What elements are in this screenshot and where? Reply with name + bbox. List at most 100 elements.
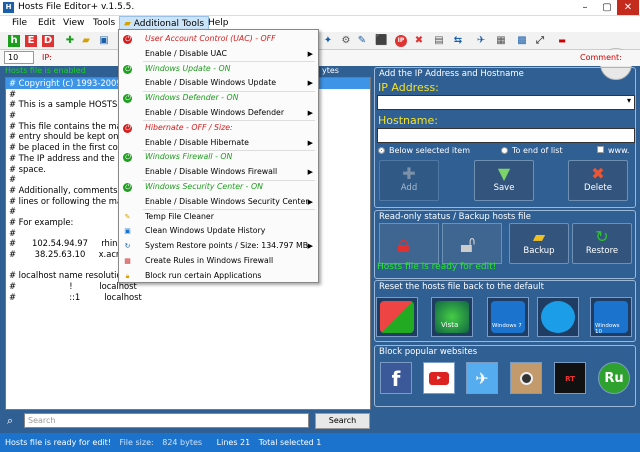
- menu-item-15[interactable]: ▦ Create Rules in Windows Firewall: [119, 254, 318, 269]
- menu-item-3[interactable]: Enable / Disable Windows Update ▶: [119, 76, 318, 91]
- menu-bar: File Edit View Tools ▰ Additional Tools …: [0, 16, 640, 32]
- line-select[interactable]: 10: [4, 51, 34, 64]
- menu-item-16[interactable]: 🔒︎ Block run certain Applications: [119, 269, 318, 284]
- tool-b-icon[interactable]: ⚙: [340, 35, 352, 47]
- vista-label: Vista: [441, 321, 459, 329]
- menu-item-10[interactable]: ⏻ Windows Security Center - ON: [119, 180, 318, 195]
- menu-edit[interactable]: Edit: [36, 18, 57, 28]
- padlock-open-icon: 🔓︎: [460, 230, 476, 258]
- ip-address-input[interactable]: [377, 95, 635, 110]
- submenu-arrow-icon: ▶: [307, 242, 313, 251]
- backup-label: Backup: [523, 246, 555, 256]
- submenu-arrow-icon: ▶: [307, 197, 313, 206]
- add-icon[interactable]: ✚: [64, 35, 76, 47]
- instagram-icon[interactable]: [510, 362, 542, 394]
- window-title: Hosts File Editor+ v.1.5.5.: [18, 2, 135, 12]
- menu-item-6[interactable]: ⏻ Hibernate - OFF / Size:: [119, 121, 318, 136]
- vista-logo-icon: Vista: [435, 301, 469, 333]
- title-bar: H Hosts File Editor+ v.1.5.5. – ▢ ✕: [0, 0, 640, 16]
- menu-item-8[interactable]: ⏻ Windows Firewall - ON: [119, 150, 318, 165]
- youtube-icon[interactable]: ▶: [423, 362, 455, 394]
- menu-item-12[interactable]: ✎ Temp File Cleaner: [119, 210, 318, 225]
- menu-item-label: Hibernate - OFF / Size:: [145, 122, 233, 132]
- menu-item-5[interactable]: Enable / Disable Windows Defender ▶: [119, 106, 318, 121]
- toolbar: h E D ✚ ▰ ▣ ✦ ⚙ ✎ ⬛ IP ✖ ▤ ⇆ ✈ ▦ ▩ ⤢ ▬ N…: [0, 32, 640, 80]
- menu-item-label: Enable / Disable Windows Defender: [145, 108, 285, 117]
- submenu-arrow-icon: ▶: [307, 49, 313, 58]
- menu-item-11[interactable]: Enable / Disable Windows Security Center…: [119, 195, 318, 210]
- save-label: Save: [493, 183, 515, 193]
- delete-label: Delete: [584, 183, 612, 193]
- www-checkbox[interactable]: www.: [597, 146, 629, 155]
- menu-item-9[interactable]: Enable / Disable Windows Firewall ▶: [119, 165, 318, 180]
- radio-below-selected[interactable]: Below selected item: [378, 146, 470, 155]
- folder-icon[interactable]: ▰: [80, 35, 92, 47]
- power-icon: ⏻: [123, 64, 132, 74]
- h-icon[interactable]: h: [8, 35, 20, 47]
- menu-item-1[interactable]: Enable / Disable UAC ▶: [119, 47, 318, 62]
- tool-h-icon[interactable]: ✈: [475, 35, 487, 47]
- menu-item-14[interactable]: ↻ System Restore points / Size: 134.797 M…: [119, 239, 318, 254]
- submenu-arrow-icon: ▶: [307, 168, 313, 177]
- rutube-icon[interactable]: Ru: [598, 362, 630, 394]
- majorgeeks-watermark: TESTED • 100% CLEAN CERTIFIED MAJORGEEKS: [8, 356, 213, 404]
- reset-win8-button[interactable]: [537, 297, 579, 337]
- radio-end-of-list[interactable]: To end of list: [501, 146, 563, 155]
- firewall-icon: ▦: [124, 257, 131, 265]
- menu-item-2[interactable]: ⏻ Windows Update - ON: [119, 62, 318, 77]
- status-bar: Hosts file is ready for edit! File size:…: [0, 433, 640, 452]
- menu-file[interactable]: File: [10, 18, 29, 28]
- search-input[interactable]: Search: [24, 413, 309, 428]
- editor-line[interactable]: # ::1 localhost: [6, 292, 370, 303]
- tool-j-icon[interactable]: ▩: [516, 35, 528, 47]
- tool-e-icon[interactable]: ✖: [413, 35, 425, 47]
- menu-item-label: System Restore points / Size: 134.797 MB: [145, 241, 309, 251]
- flag-icon[interactable]: ▬: [556, 35, 568, 47]
- maximize-button[interactable]: ▢: [596, 0, 618, 15]
- tool-a-icon[interactable]: ✦: [322, 35, 334, 47]
- close-button[interactable]: ✕: [617, 0, 639, 15]
- ip-icon[interactable]: IP: [395, 35, 407, 47]
- tool-i-icon[interactable]: ▦: [495, 35, 507, 47]
- unlock-button[interactable]: 🔓︎: [442, 223, 502, 264]
- twitter-icon[interactable]: ✈: [466, 362, 498, 394]
- lock-button[interactable]: 🔒︎: [379, 223, 439, 264]
- d-icon[interactable]: D: [42, 35, 54, 47]
- add-group: Add the IP Address and Hostname IP Addre…: [374, 67, 636, 208]
- watermark-line3: MAJORGEEKS: [38, 388, 161, 404]
- facebook-icon[interactable]: f: [380, 362, 412, 394]
- submenu-arrow-icon: ▶: [307, 109, 313, 117]
- save-disk-icon: ▼: [497, 164, 511, 183]
- redtube-icon[interactable]: RT: [554, 362, 586, 394]
- reset-xp-button[interactable]: [376, 297, 418, 337]
- tool-c-icon[interactable]: ✎: [356, 35, 368, 47]
- hostname-input[interactable]: [377, 128, 635, 143]
- menu-item-4[interactable]: ⏻ Windows Defender - ON: [119, 91, 318, 106]
- menu-item-7[interactable]: Enable / Disable Hibernate ▶: [119, 136, 318, 151]
- search-button[interactable]: Search: [315, 413, 370, 429]
- reset-vista-button[interactable]: Vista: [431, 297, 473, 337]
- menu-item-13[interactable]: ▣ Clean Windows Update History: [119, 224, 318, 239]
- tool-d-icon[interactable]: ⬛: [375, 35, 387, 47]
- watermark-line2: CERTIFIED: [48, 372, 147, 388]
- tool-f-icon[interactable]: ▤: [433, 35, 445, 47]
- tool-g-icon[interactable]: ⇆: [452, 35, 464, 47]
- save-button[interactable]: ▼ Save: [474, 160, 534, 201]
- add-button[interactable]: ✚ Add: [379, 160, 439, 201]
- save-icon[interactable]: ▣: [98, 35, 110, 47]
- menu-item-0[interactable]: ⏻ User Account Control (UAC) - OFF: [119, 32, 318, 47]
- menu-tools[interactable]: Tools: [91, 18, 117, 28]
- hostname-label: Hostname:: [378, 114, 438, 127]
- backup-button[interactable]: ▰ Backup: [509, 223, 569, 264]
- search-bar: ⌕ Search Search: [5, 412, 371, 430]
- menu-help[interactable]: Help: [206, 18, 231, 28]
- restore-button[interactable]: ↻ Restore: [572, 223, 632, 264]
- e-icon[interactable]: E: [25, 35, 37, 47]
- expand-icon[interactable]: ⤢: [534, 35, 546, 47]
- reset-win10-button[interactable]: Windows 10: [590, 297, 632, 337]
- xp-logo-icon: [380, 301, 414, 333]
- menu-view[interactable]: View: [61, 18, 86, 28]
- delete-button[interactable]: ✖ Delete: [568, 160, 628, 201]
- reset-win7-button[interactable]: Windows 7: [487, 297, 529, 337]
- minimize-button[interactable]: –: [574, 0, 596, 15]
